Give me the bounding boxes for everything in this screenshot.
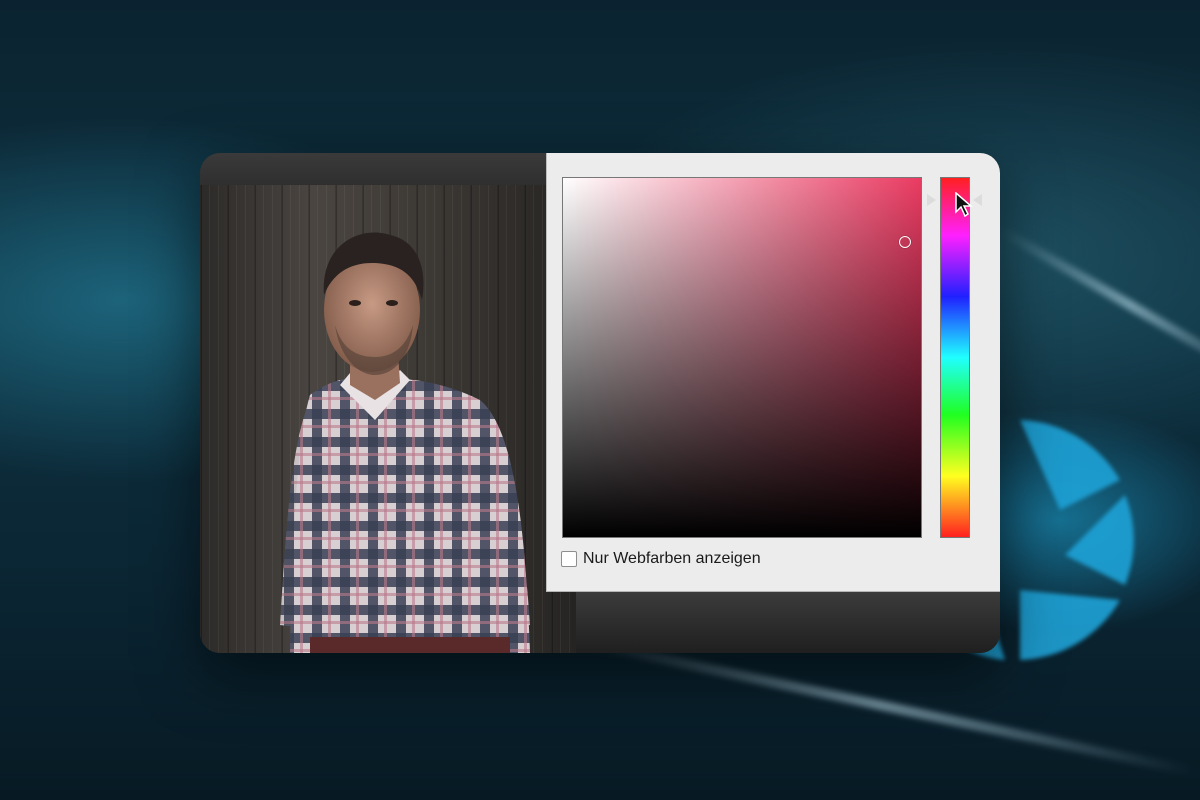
triangle-arrow-icon (973, 194, 982, 206)
web-colors-checkbox[interactable] (561, 551, 577, 567)
saturation-brightness-field[interactable] (562, 177, 922, 538)
hue-slider[interactable] (940, 177, 970, 538)
photo-toolbar (200, 153, 546, 185)
circle-marker-icon[interactable] (899, 236, 911, 248)
portrait-photo (200, 185, 576, 653)
web-colors-label: Nur Webfarben anzeigen (583, 550, 761, 567)
triangle-arrow-icon (927, 194, 936, 206)
application-window: Nur Webfarben anzeigen (200, 153, 1000, 653)
web-colors-option[interactable]: Nur Webfarben anzeigen (561, 549, 761, 569)
man-in-plaid-shirt-photo (280, 232, 530, 653)
color-picker-panel: Nur Webfarben anzeigen (546, 153, 1000, 592)
arrow-pointer-icon (955, 192, 973, 218)
background-light-streak (997, 225, 1200, 385)
dark-panel-strip (576, 591, 1000, 653)
